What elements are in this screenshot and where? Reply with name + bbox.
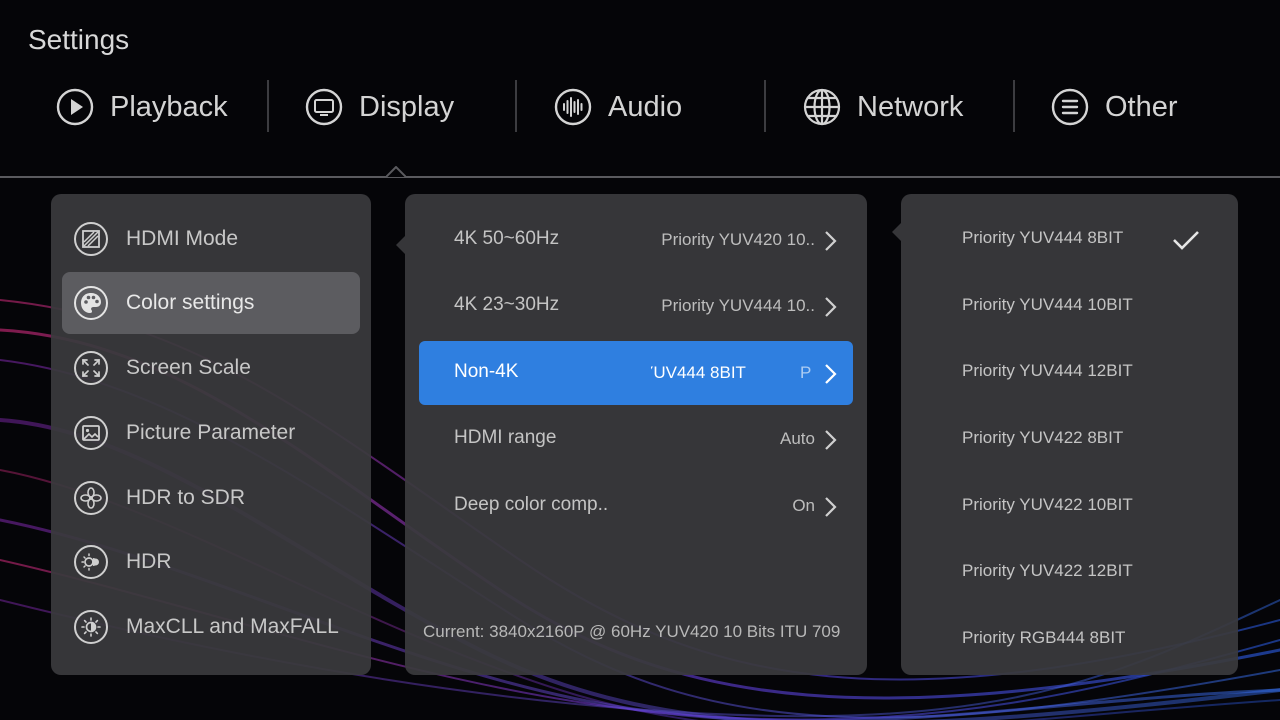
sidebar-panel: HDMI Mode Color settings Screen Scale Pi… [51,194,371,675]
option-value: Priority YUV444 10.. [661,296,815,315]
hdmi-mode-icon [73,221,109,257]
current-output-status: Current: 3840x2160P @ 60Hz YUV420 10 Bit… [423,622,841,641]
choice-label: Priority YUV422 8BIT [962,428,1124,447]
sidebar-item-hdmi-mode[interactable]: HDMI Mode [62,208,360,270]
option-row-4k-23-30hz[interactable]: 4K 23~30Hz Priority YUV444 10.. [419,274,853,338]
choice-label: Priority YUV444 10BIT [962,295,1133,314]
tab-label: Other [1105,90,1178,123]
sidebar-item-picture-parameter[interactable]: Picture Parameter [62,402,360,464]
choice-label: Priority RGB444 8BIT [962,628,1126,647]
panel-pointer [396,236,405,254]
tab-label: Display [359,90,455,123]
option-row-4k-50-60hz[interactable]: 4K 50~60Hz Priority YUV420 10.. [419,208,853,272]
top-tab-bar: Playback Display Audio Network Other [0,78,1280,136]
tab-audio[interactable]: Audio [554,78,682,136]
choice-label: Priority YUV444 12BIT [962,361,1133,380]
sidebar-item-maxcll-maxfall[interactable]: MaxCLL and MaxFALL [62,596,360,658]
option-value: Priority YUV420 10.. [661,230,815,249]
play-circle-icon [56,88,94,126]
page-title: Settings [28,24,130,55]
menu-circle-icon [1051,88,1089,126]
option-label: Deep color comp.. [454,494,609,515]
globe-icon [803,88,841,126]
choice-label: Priority YUV422 10BIT [962,495,1133,514]
sidebar-item-label: MaxCLL and MaxFALL [126,615,339,638]
chevron-right-icon [823,363,837,385]
picture-icon [73,415,109,451]
tab-divider [267,80,269,132]
options-panel: 4K 50~60Hz Priority YUV420 10.. 4K 23~30… [405,194,867,675]
tab-underline [0,176,1280,178]
choices-panel: Priority YUV444 8BIT Priority YUV444 10B… [901,194,1238,675]
tab-playback[interactable]: Playback [56,78,228,136]
option-label: 4K 50~60Hz [454,228,560,249]
option-value: YUV444 8BIT [651,363,746,382]
choice-rgb444-8bit[interactable]: Priority RGB444 8BIT [901,607,1238,673]
sidebar-item-label: HDMI Mode [126,227,239,250]
choice-yuv444-10bit[interactable]: Priority YUV444 10BIT [901,274,1238,340]
chevron-right-icon [823,296,837,318]
tab-divider [515,80,517,132]
choice-yuv422-12bit[interactable]: Priority YUV422 12BIT [901,540,1238,606]
tab-divider [1013,80,1015,132]
sidebar-item-hdr-to-sdr[interactable]: HDR to SDR [62,467,360,529]
tab-divider [764,80,766,132]
choice-label: Priority YUV422 12BIT [962,561,1133,580]
option-label: Non-4K [454,361,519,382]
tab-label: Network [857,90,964,123]
sidebar-item-label: Picture Parameter [126,421,296,444]
tab-display[interactable]: Display [305,78,454,136]
checkmark-icon [1171,229,1201,251]
hdr-icon [73,544,109,580]
option-row-hdmi-range[interactable]: HDMI range Auto [419,407,853,471]
choice-label: Priority YUV444 8BIT [962,228,1124,247]
sidebar-item-screen-scale[interactable]: Screen Scale [62,337,360,399]
choice-yuv444-12bit[interactable]: Priority YUV444 12BIT [901,340,1238,406]
panel-pointer [892,223,901,241]
tab-label: Audio [608,90,683,123]
option-label: 4K 23~30Hz [454,294,560,315]
monitor-icon [305,88,343,126]
choice-yuv444-8bit[interactable]: Priority YUV444 8BIT [901,207,1238,273]
screen-scale-icon [73,350,109,386]
option-row-non-4k[interactable]: Non-4K YUV444 8BIT P [419,341,853,405]
sidebar-item-label: HDR [126,550,172,573]
chevron-right-icon [823,429,837,451]
tab-other[interactable]: Other [1051,78,1178,136]
option-value: Auto [780,429,815,448]
tab-label: Playback [110,90,228,123]
choice-yuv422-8bit[interactable]: Priority YUV422 8BIT [901,407,1238,473]
brightness-icon [73,609,109,645]
hdr-to-sdr-icon [73,480,109,516]
option-value-marquee: YUV444 8BIT P [651,341,819,405]
palette-icon [73,285,109,321]
sidebar-item-label: Screen Scale [126,356,251,379]
chevron-right-icon [823,496,837,518]
sidebar-item-label: HDR to SDR [126,486,246,509]
choice-yuv422-10bit[interactable]: Priority YUV422 10BIT [901,474,1238,540]
sidebar-item-label: Color settings [126,291,255,314]
sidebar-item-hdr[interactable]: HDR [62,531,360,593]
option-row-deep-color[interactable]: Deep color comp.. On [419,474,853,538]
audio-wave-icon [554,88,592,126]
chevron-right-icon [823,230,837,252]
tab-network[interactable]: Network [803,78,963,136]
option-label: HDMI range [454,427,557,448]
active-tab-indicator [386,166,406,177]
option-value: On [792,496,815,515]
option-value-next: P [799,363,812,382]
sidebar-item-color-settings[interactable]: Color settings [62,272,360,334]
